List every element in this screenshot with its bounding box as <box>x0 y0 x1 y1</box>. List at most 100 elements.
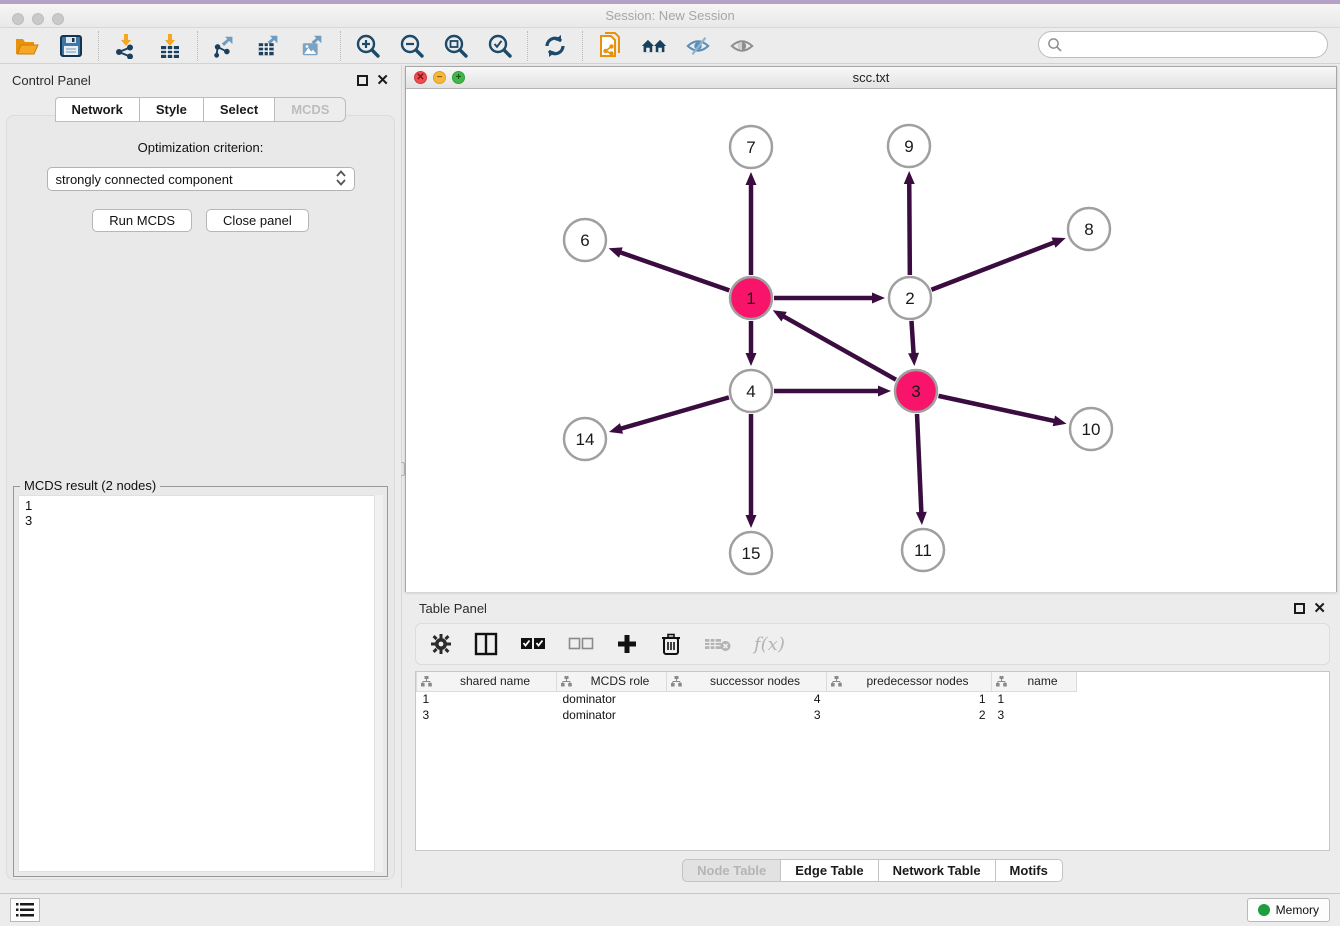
tab-network[interactable]: Network <box>55 97 139 122</box>
select-all-icon[interactable] <box>520 636 546 652</box>
tab-motifs[interactable]: Motifs <box>995 859 1063 882</box>
columns-icon[interactable] <box>474 632 498 656</box>
table-cell[interactable]: 4 <box>667 691 827 707</box>
homes-icon[interactable] <box>641 33 667 59</box>
optimization-criterion-dropdown[interactable]: strongly connected component <box>47 167 355 191</box>
edge-arrowhead <box>872 293 885 304</box>
network-canvas[interactable]: 7968124314101511 <box>406 89 1336 592</box>
zoom-selected-icon[interactable] <box>487 33 513 59</box>
add-row-icon[interactable] <box>616 633 638 655</box>
refresh-icon[interactable] <box>542 33 568 59</box>
table-cell[interactable]: 1 <box>992 691 1077 707</box>
network-window-titlebar[interactable]: ✕ − + scc.txt <box>406 67 1336 89</box>
edge-arrowhead <box>878 386 891 397</box>
table-cell[interactable]: dominator <box>557 691 667 707</box>
table-panel-tabs: Node TableEdge TableNetwork TableMotifs <box>405 859 1340 882</box>
table-cell[interactable]: 3 <box>992 707 1077 723</box>
network-minimize-button[interactable]: − <box>433 71 446 84</box>
tab-mcds[interactable]: MCDS <box>274 97 346 122</box>
hide-eye-icon[interactable] <box>685 33 711 59</box>
network-window-controls[interactable]: ✕ − + <box>414 71 465 84</box>
window-controls[interactable] <box>12 13 64 25</box>
dropdown-stepper-icon <box>336 170 346 189</box>
export-table-icon[interactable] <box>256 33 282 59</box>
table-cell[interactable]: 3 <box>667 707 827 723</box>
tab-network-table[interactable]: Network Table <box>878 859 995 882</box>
clone-network-icon[interactable] <box>597 33 623 59</box>
edge-3-10[interactable] <box>938 396 1055 421</box>
open-folder-icon[interactable] <box>14 33 40 59</box>
search-container <box>1038 31 1328 58</box>
edge-2-3[interactable] <box>911 321 913 355</box>
column-header-name[interactable]: name <box>992 672 1077 691</box>
table-panel-float-button[interactable] <box>1294 603 1305 614</box>
memory-status-icon <box>1258 904 1270 916</box>
dropdown-value: strongly connected component <box>56 172 233 187</box>
save-icon[interactable] <box>58 33 84 59</box>
tab-style[interactable]: Style <box>139 97 203 122</box>
table-row[interactable]: 3dominator323 <box>417 707 1077 723</box>
graph-node-label: 2 <box>905 289 914 308</box>
search-input[interactable] <box>1038 31 1328 58</box>
control-panel-float-button[interactable] <box>357 75 368 86</box>
column-header-successor-nodes[interactable]: successor nodes <box>667 672 827 691</box>
maximize-window-button[interactable] <box>52 13 64 25</box>
column-header-predecessor-nodes[interactable]: predecessor nodes <box>827 672 992 691</box>
edge-3-1[interactable] <box>782 316 896 380</box>
export-image-icon[interactable] <box>300 33 326 59</box>
import-network-icon[interactable] <box>113 33 139 59</box>
edge-2-8[interactable] <box>931 242 1055 290</box>
graph-node-label: 10 <box>1082 420 1101 439</box>
mcds-result-title: MCDS result (2 nodes) <box>20 478 160 493</box>
import-table-icon[interactable] <box>157 33 183 59</box>
minimize-window-button[interactable] <box>32 13 44 25</box>
run-mcds-button[interactable]: Run MCDS <box>92 209 192 232</box>
result-scrollbar[interactable] <box>375 495 383 872</box>
memory-button[interactable]: Memory <box>1247 898 1330 922</box>
export-network-icon[interactable] <box>212 33 238 59</box>
window-title: Session: New Session <box>605 8 734 23</box>
network-close-button[interactable]: ✕ <box>414 71 427 84</box>
graph-node-label: 8 <box>1084 220 1093 239</box>
table-cell[interactable]: 2 <box>827 707 992 723</box>
tab-select[interactable]: Select <box>203 97 274 122</box>
delete-column-icon[interactable] <box>704 635 732 653</box>
column-header-shared-name[interactable]: shared name <box>417 672 557 691</box>
tab-edge-table[interactable]: Edge Table <box>780 859 877 882</box>
delete-row-icon[interactable] <box>660 632 682 656</box>
edge-arrowhead <box>746 353 757 366</box>
table-cell[interactable]: 3 <box>417 707 557 723</box>
close-panel-button[interactable]: Close panel <box>206 209 309 232</box>
network-graph[interactable]: 7968124314101511 <box>406 89 1336 592</box>
column-header-MCDS-role[interactable]: MCDS role <box>557 672 667 691</box>
edge-1-6[interactable] <box>619 252 729 291</box>
zoom-fit-icon[interactable] <box>443 33 469 59</box>
table-row[interactable]: 1dominator411 <box>417 691 1077 707</box>
settings-gear-icon[interactable] <box>430 633 452 655</box>
task-history-button[interactable] <box>10 898 40 922</box>
deselect-all-icon[interactable] <box>568 636 594 652</box>
network-maximize-button[interactable]: + <box>452 71 465 84</box>
tab-node-table[interactable]: Node Table <box>682 859 780 882</box>
edge-2-9[interactable] <box>909 182 910 275</box>
application-window: Session: New Session <box>0 0 1340 926</box>
graph-node-label: 6 <box>580 231 589 250</box>
control-panel-close-button[interactable]: ✕ <box>376 73 389 88</box>
close-window-button[interactable] <box>12 13 24 25</box>
optimization-criterion-label: Optimization criterion: <box>7 140 394 155</box>
table-panel-close-button[interactable]: ✕ <box>1313 601 1326 616</box>
mcds-result-box: MCDS result (2 nodes) 1 3 <box>13 486 388 877</box>
table-cell[interactable]: dominator <box>557 707 667 723</box>
edge-4-14[interactable] <box>620 397 729 429</box>
table-cell[interactable]: 1 <box>827 691 992 707</box>
graph-node-label: 15 <box>742 544 761 563</box>
edge-3-11[interactable] <box>917 414 921 514</box>
column-type-icon <box>561 676 572 687</box>
zoom-out-icon[interactable] <box>399 33 425 59</box>
mcds-result-text[interactable]: 1 3 <box>18 495 375 872</box>
table-cell[interactable]: 1 <box>417 691 557 707</box>
control-panel-title: Control Panel <box>12 73 91 88</box>
show-eye-icon[interactable] <box>729 33 755 59</box>
function-icon[interactable]: f(x) <box>754 634 785 655</box>
zoom-in-icon[interactable] <box>355 33 381 59</box>
